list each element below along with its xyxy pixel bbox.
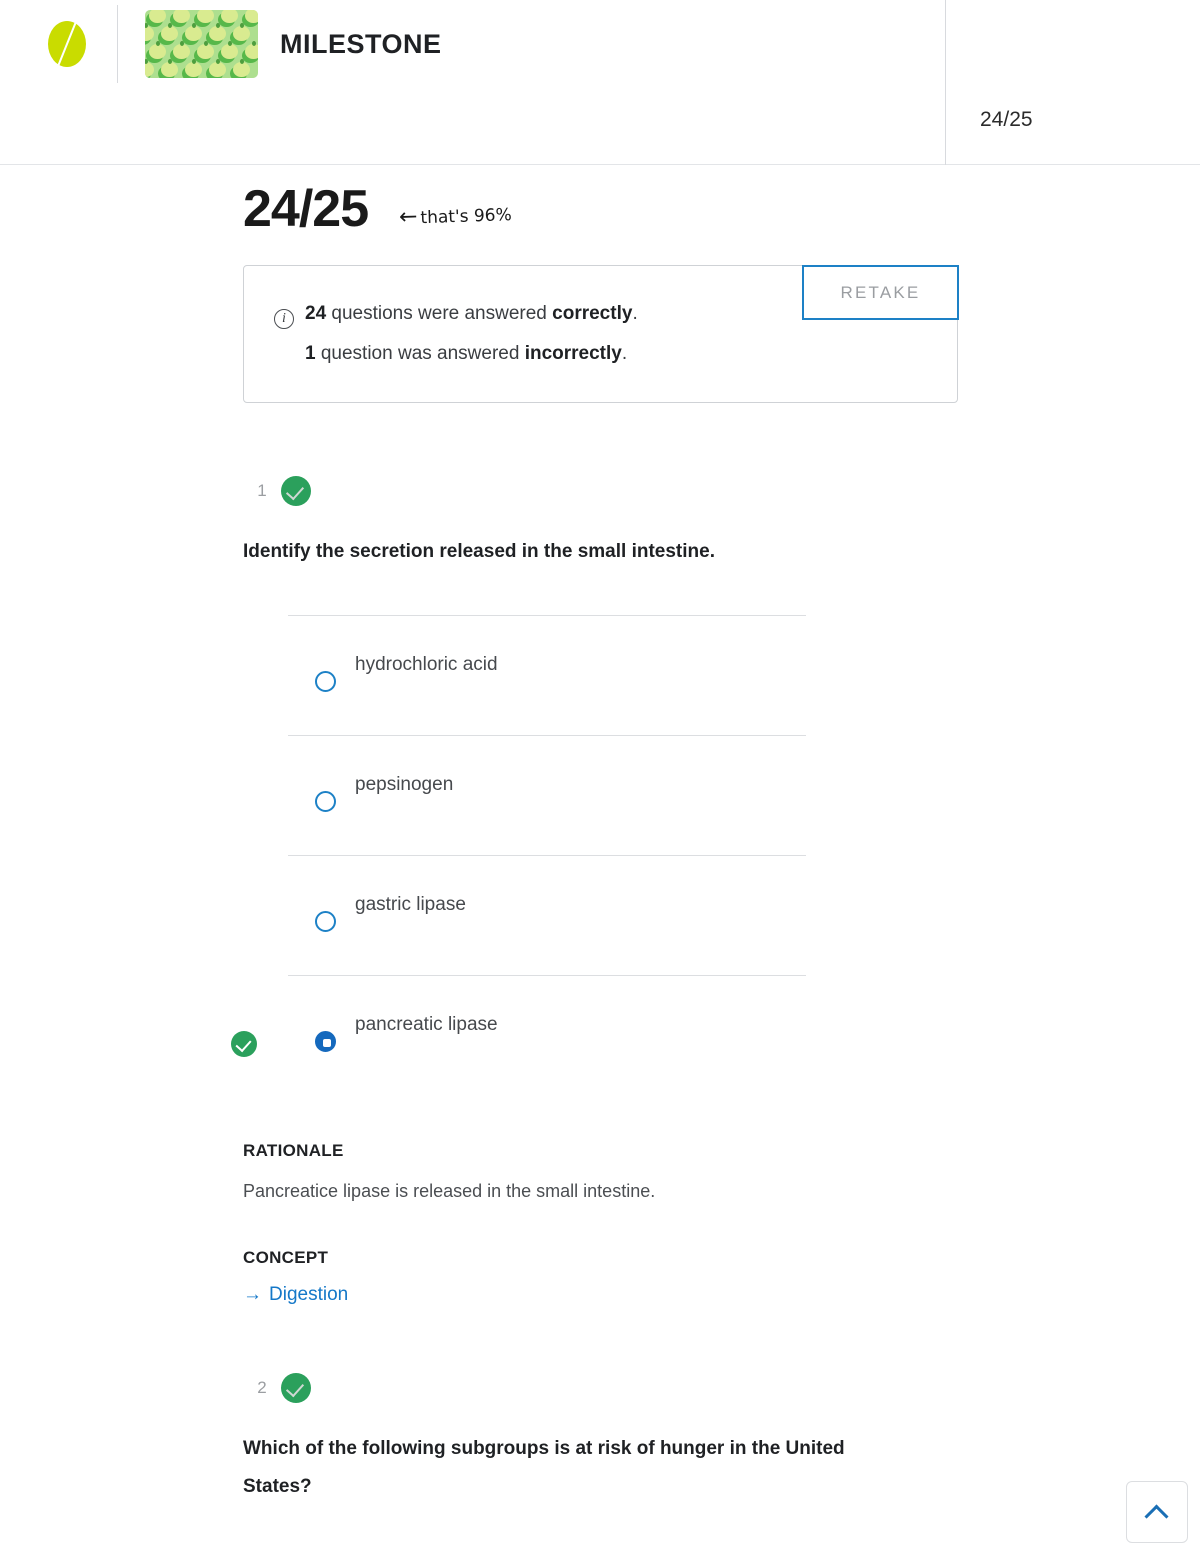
question-1-header: 1 bbox=[243, 471, 1200, 511]
apple-icon bbox=[197, 41, 214, 59]
rationale-body: Pancreatice lipase is released in the sm… bbox=[243, 1181, 656, 1201]
radio-button[interactable] bbox=[315, 791, 336, 812]
apple-icon bbox=[221, 41, 238, 59]
apple-icon bbox=[197, 10, 214, 23]
option-row[interactable]: pepsinogen bbox=[288, 735, 806, 855]
apple-icon bbox=[245, 10, 258, 23]
sophia-logo-icon[interactable] bbox=[46, 16, 90, 72]
question-2-header: 2 bbox=[243, 1368, 1200, 1408]
question-2-correct-check-icon bbox=[281, 1373, 311, 1403]
correct-count: 24 bbox=[305, 303, 327, 324]
question-2-number: 2 bbox=[257, 1378, 267, 1397]
apple-icon bbox=[161, 23, 178, 41]
option-inner: hydrochloric acid bbox=[315, 652, 498, 692]
option-label: hydrochloric acid bbox=[355, 654, 498, 675]
apple-icon bbox=[149, 10, 166, 23]
apple-icon bbox=[209, 23, 226, 41]
summary-incorrect-line: 1 question was answered incorrectly. bbox=[274, 334, 957, 374]
score-annotation: ← that's 96% bbox=[398, 201, 511, 230]
app-header: MILESTONE 24/25 bbox=[0, 0, 1200, 165]
annotation-arrow-icon: ← bbox=[398, 203, 418, 230]
option-label: pepsinogen bbox=[355, 774, 454, 795]
header-score-badge: 24/25 bbox=[980, 108, 1033, 131]
apple-icon bbox=[173, 41, 190, 59]
option-label: pancreatic lipase bbox=[355, 1014, 498, 1035]
question-1-correct-check-icon bbox=[281, 476, 311, 506]
option-row[interactable]: gastric lipase bbox=[288, 855, 806, 975]
concept-link-label: Digestion bbox=[269, 1284, 349, 1305]
option-row-selected[interactable]: pancreatic lipase bbox=[231, 975, 806, 1095]
correct-text: questions were answered bbox=[326, 303, 553, 324]
header-right-divider-top bbox=[945, 0, 946, 88]
scroll-to-top-button[interactable] bbox=[1126, 1481, 1188, 1543]
question-1-options: hydrochloric acid pepsinogen gastric lip… bbox=[231, 615, 1200, 1095]
apple-icon bbox=[185, 23, 202, 41]
radio-button[interactable] bbox=[315, 911, 336, 932]
question-block-2: 2 Which of the following subgroups is at… bbox=[0, 1368, 1200, 1506]
option-correct-check-icon bbox=[231, 1031, 257, 1057]
option-inner: pancreatic lipase bbox=[315, 1012, 498, 1052]
apple-icon bbox=[209, 59, 226, 77]
apple-icon bbox=[221, 10, 238, 23]
apple-icon bbox=[145, 59, 154, 77]
option-row[interactable]: hydrochloric acid bbox=[288, 615, 806, 735]
incorrect-period: . bbox=[621, 343, 628, 364]
incorrect-word: incorrectly bbox=[524, 343, 622, 364]
radio-button[interactable] bbox=[315, 671, 336, 692]
apple-icon bbox=[233, 23, 250, 41]
apple-icon bbox=[185, 59, 202, 77]
header-divider bbox=[117, 5, 118, 83]
question-1-text: Identify the secretion released in the s… bbox=[243, 541, 715, 562]
incorrect-text: question was answered bbox=[315, 343, 525, 364]
correct-word: correctly bbox=[552, 303, 633, 324]
question-1-number: 1 bbox=[257, 481, 267, 500]
page-title: MILESTONE bbox=[280, 28, 442, 59]
apple-icon bbox=[145, 23, 154, 41]
apple-icon bbox=[161, 59, 178, 77]
header-right-divider-bottom bbox=[945, 88, 946, 165]
apple-icon bbox=[149, 41, 166, 59]
apple-icon bbox=[233, 59, 250, 77]
option-inner: pepsinogen bbox=[315, 772, 453, 812]
score-value: 24/25 bbox=[243, 180, 369, 238]
retake-button[interactable]: RETAKE bbox=[802, 265, 959, 320]
apple-icon bbox=[173, 10, 190, 23]
option-label: gastric lipase bbox=[355, 894, 466, 915]
annotation-text: that's 96% bbox=[419, 204, 512, 228]
apple-icon bbox=[245, 41, 258, 59]
arrow-right-icon: → bbox=[243, 1284, 262, 1305]
rationale-title: RATIONALE bbox=[243, 1141, 344, 1160]
concept-link[interactable]: → Digestion bbox=[243, 1284, 348, 1306]
course-thumbnail[interactable] bbox=[145, 10, 258, 78]
radio-button-selected[interactable] bbox=[315, 1031, 336, 1052]
question-2-text: Which of the following subgroups is at r… bbox=[243, 1438, 845, 1497]
incorrect-count: 1 bbox=[305, 343, 316, 364]
concept-title: CONCEPT bbox=[243, 1248, 329, 1267]
correct-period: . bbox=[632, 303, 638, 324]
score-row: 24/25 ← that's 96% RETAKE bbox=[0, 165, 1200, 320]
chevron-up-icon bbox=[1144, 1504, 1169, 1529]
question-block-1: 1 Identify the secretion released in the… bbox=[0, 471, 1200, 1306]
brand-row: MILESTONE bbox=[0, 0, 1200, 88]
info-icon: i bbox=[274, 309, 294, 329]
option-inner: gastric lipase bbox=[315, 892, 466, 932]
